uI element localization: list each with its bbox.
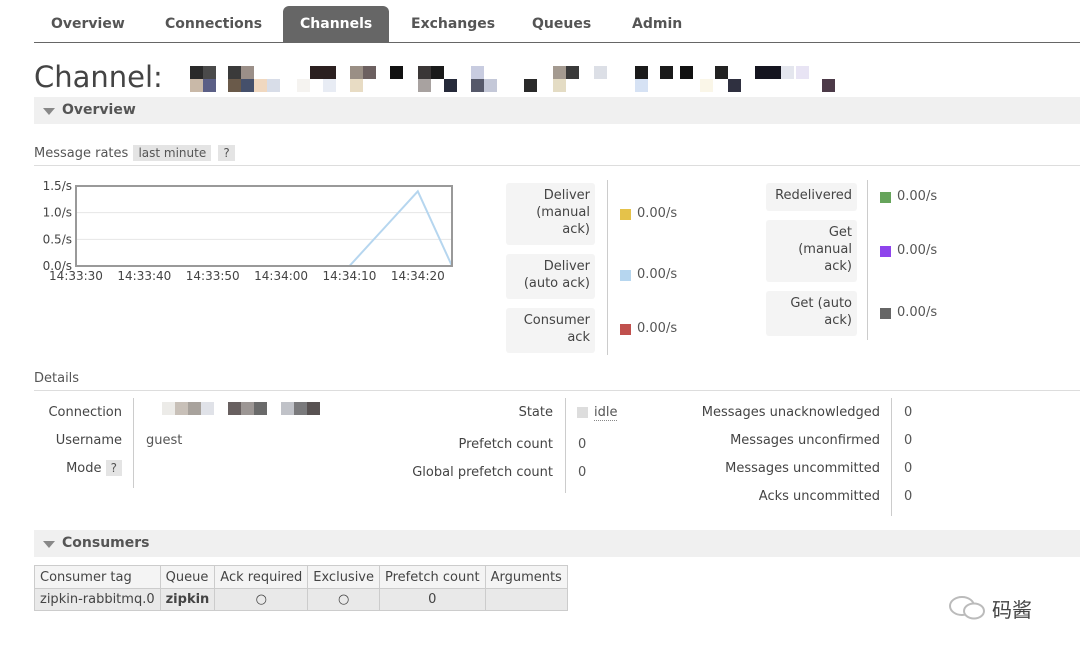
messages-unacknowledged-value: 0	[904, 405, 913, 420]
rate-value-deliver-auto: 0.00/s	[637, 267, 678, 282]
chat-bubble-icon	[949, 596, 985, 620]
prefetch-count-label: Prefetch count	[458, 437, 553, 452]
rate-value-get-auto: 0.00/s	[897, 305, 938, 320]
rate-range-selector[interactable]: last minute	[133, 145, 212, 161]
legend-swatch-consumer-ack	[620, 324, 631, 335]
details-header: Details	[34, 371, 80, 386]
table-row: zipkin-rabbitmq.0 zipkin ○ ○ 0	[34, 588, 568, 611]
messages-uncommitted-value: 0	[904, 461, 913, 476]
mode-label-text: Mode	[66, 461, 102, 476]
overview-section-title: Overview	[62, 102, 136, 118]
consumers-table: Consumer tag Queue Ack required Exclusiv…	[34, 565, 568, 611]
legend-swatch-get-manual	[880, 246, 891, 257]
tab-channels[interactable]: Channels	[283, 6, 390, 42]
column-header-ack-required: Ack required	[214, 565, 309, 589]
y-tick-label: 0.5/s	[43, 232, 72, 246]
series-line-deliver-auto-ack	[76, 189, 453, 267]
queue-link[interactable]: zipkin	[159, 588, 216, 611]
ack-required-cell: ○	[214, 588, 309, 611]
arguments-cell	[484, 588, 568, 611]
legend-swatch-deliver-auto	[620, 270, 631, 281]
divider	[34, 165, 1080, 166]
tab-admin[interactable]: Admin	[615, 6, 699, 42]
connection-label: Connection	[48, 405, 122, 420]
messages-unconfirmed-label: Messages unconfirmed	[730, 433, 880, 448]
column-header-exclusive: Exclusive	[307, 565, 381, 589]
rate-label-deliver-manual: Deliver (manual ack)	[506, 183, 595, 245]
collapse-triangle-icon	[43, 108, 55, 115]
message-rates-chart: 0.0/s0.5/s1.0/s1.5/s14:33:30 14:33:40 14:3…	[43, 179, 453, 283]
rate-label-redelivered: Redelivered	[766, 183, 857, 211]
watermark: 码酱	[948, 592, 1058, 624]
column-header-arguments: Arguments	[484, 565, 568, 589]
column-header-prefetch-count: Prefetch count	[379, 565, 486, 589]
legend-swatch-get-auto	[880, 308, 891, 319]
column-header-consumer-tag: Consumer tag	[34, 565, 161, 589]
state-label: State	[518, 405, 553, 420]
legend-swatch-redelivered	[880, 192, 891, 203]
x-tick-label: 14:33:50	[186, 269, 240, 283]
divider	[891, 398, 892, 516]
divider	[565, 398, 566, 493]
acks-uncommitted-label: Acks uncommitted	[758, 489, 880, 504]
state-value: idle	[594, 405, 618, 421]
divider	[607, 180, 608, 355]
redacted-connection-link[interactable]	[160, 402, 330, 416]
tab-queues[interactable]: Queues	[515, 6, 608, 42]
x-tick-label: 14:34:10	[323, 269, 377, 283]
y-tick-label: 1.5/s	[43, 179, 72, 193]
main-nav-tabs: Overview Connections Channels Exchanges …	[34, 6, 1080, 43]
rate-label-get-manual: Get (manual ack)	[766, 220, 857, 282]
page-title: Channel:	[34, 60, 163, 94]
divider	[133, 398, 134, 488]
messages-uncommitted-label: Messages uncommitted	[725, 461, 880, 476]
divider	[34, 390, 1080, 391]
message-rates-label: Message rates	[34, 146, 129, 161]
acks-uncommitted-value: 0	[904, 489, 913, 504]
mode-help-button[interactable]: ?	[105, 460, 122, 476]
messages-unconfirmed-value: 0	[904, 433, 913, 448]
messages-unacknowledged-label: Messages unacknowledged	[701, 405, 880, 420]
x-tick-label: 14:33:40	[117, 269, 171, 283]
table-header-row: Consumer tag Queue Ack required Exclusiv…	[34, 565, 568, 589]
tab-connections[interactable]: Connections	[148, 6, 279, 42]
rate-label-get-auto: Get (auto ack)	[766, 291, 857, 336]
global-prefetch-label: Global prefetch count	[412, 465, 553, 480]
x-tick-label: 14:34:00	[254, 269, 308, 283]
divider	[867, 180, 868, 340]
rates-help-button[interactable]: ?	[218, 145, 235, 161]
collapse-triangle-icon	[43, 541, 55, 548]
message-rates-header: Message rates last minute ?	[34, 145, 235, 161]
redacted-channel-name	[160, 64, 850, 94]
consumers-section-header[interactable]: Consumers	[34, 530, 1080, 557]
prefetch-count-cell: 0	[379, 588, 486, 611]
consumers-section-title: Consumers	[62, 535, 150, 551]
rate-value-get-manual: 0.00/s	[897, 243, 938, 258]
tab-overview[interactable]: Overview	[34, 6, 142, 42]
prefetch-count-value: 0	[578, 437, 587, 452]
username-label: Username	[55, 433, 122, 448]
chart-frame	[75, 185, 453, 267]
rate-value-redelivered: 0.00/s	[897, 189, 938, 204]
x-tick-label: 14:34:20	[391, 269, 445, 283]
watermark-text: 码酱	[992, 598, 1032, 622]
exclusive-cell: ○	[307, 588, 381, 611]
global-prefetch-value: 0	[578, 465, 587, 480]
state-indicator	[577, 407, 588, 418]
rate-value-deliver-manual: 0.00/s	[637, 206, 678, 221]
x-tick-label: 14:33:30	[49, 269, 103, 283]
rate-value-consumer-ack: 0.00/s	[637, 321, 678, 336]
y-tick-label: 1.0/s	[43, 206, 72, 220]
consumer-tag-cell: zipkin-rabbitmq.0	[34, 588, 161, 611]
tab-exchanges[interactable]: Exchanges	[394, 6, 512, 42]
legend-swatch-deliver-manual	[620, 209, 631, 220]
overview-section-header[interactable]: Overview	[34, 97, 1080, 124]
rate-label-consumer-ack: Consumer ack	[506, 308, 595, 353]
username-value: guest	[146, 433, 183, 448]
column-header-queue: Queue	[159, 565, 216, 589]
rate-label-deliver-auto: Deliver (auto ack)	[506, 254, 595, 299]
mode-label: Mode ?	[34, 460, 122, 476]
